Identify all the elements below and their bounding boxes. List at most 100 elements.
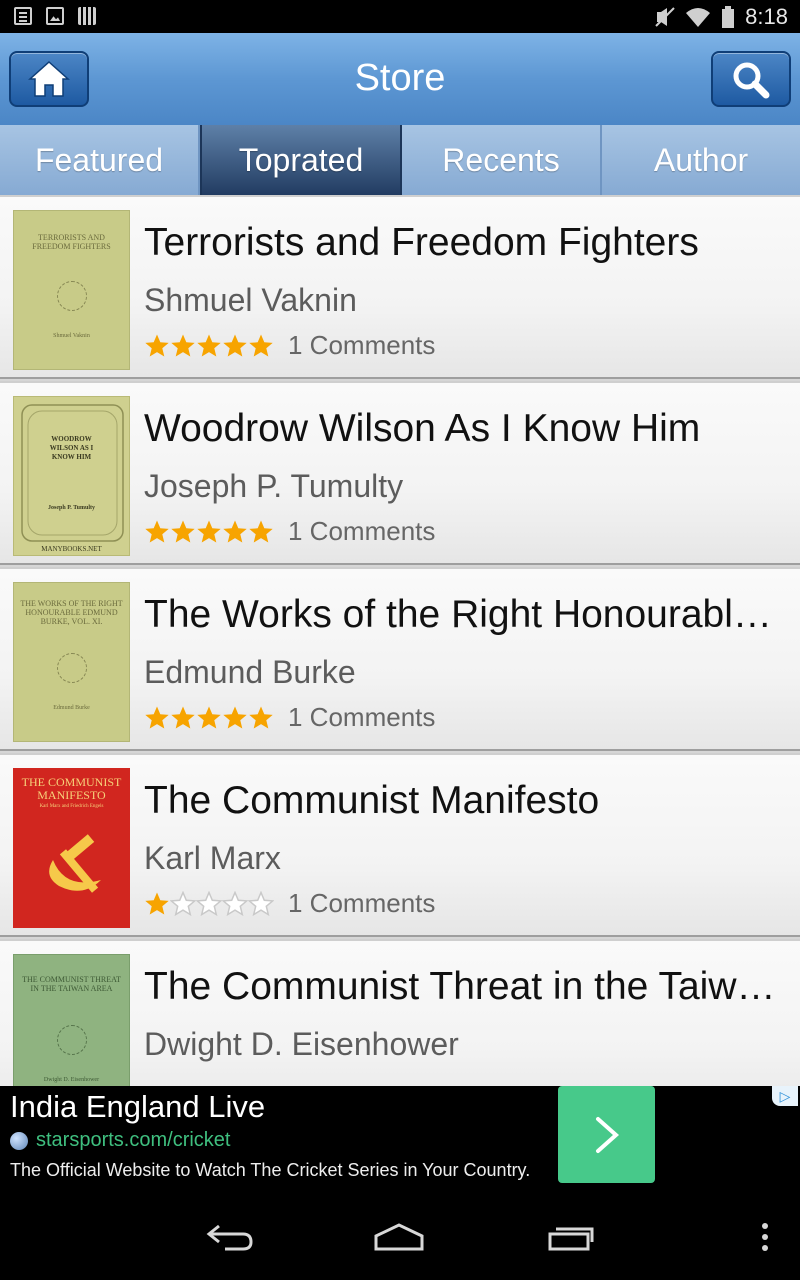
star-rating: [144, 705, 274, 731]
comments-count: 1 Comments: [288, 888, 436, 918]
book-author: Joseph P. Tumulty: [144, 468, 404, 504]
ad-open-button[interactable]: [558, 1086, 655, 1183]
image-icon: [46, 7, 64, 25]
book-row[interactable]: The Communist Threat in the Taiwan Area …: [0, 939, 800, 1086]
rating: 1 Comments: [144, 330, 435, 361]
cover-footer: MANYBOOKS.NET: [41, 545, 102, 553]
tab-recents[interactable]: Recents: [402, 125, 602, 195]
book-row[interactable]: Woodrow Wilson as I Know Him Joseph P. T…: [0, 381, 800, 565]
book-row[interactable]: Terrorists and Freedom Fighters Shmuel V…: [0, 195, 800, 379]
book-row[interactable]: The Works of the Right Honourable Edmund…: [0, 567, 800, 751]
star-empty-icon: [222, 890, 248, 916]
star-filled-icon: [223, 334, 247, 356]
book-cover: The Communist Manifesto Karl Marx and Fr…: [13, 768, 130, 928]
book-list[interactable]: Terrorists and Freedom Fighters Shmuel V…: [0, 195, 800, 1086]
star-filled-icon: [171, 520, 195, 542]
star-filled-icon: [197, 706, 221, 728]
app-header: Store: [0, 33, 800, 125]
ad-url[interactable]: starsports.com/cricket: [10, 1129, 230, 1152]
book-title[interactable]: The Communist Threat in the Taiwan Area: [144, 965, 789, 1009]
back-button[interactable]: [204, 1220, 256, 1254]
home-outline-icon: [374, 1223, 424, 1251]
star-rating: [144, 333, 274, 359]
star-filled-icon: [249, 706, 273, 728]
home-nav-button[interactable]: [373, 1220, 425, 1254]
book-author: Karl Marx: [144, 840, 281, 876]
cover-ornament: [57, 281, 87, 311]
overflow-menu-icon: [762, 1223, 768, 1251]
hammer-sickle-icon: [49, 834, 101, 893]
ad-description: The Official Website to Watch The Cricke…: [10, 1160, 531, 1180]
book-title[interactable]: Terrorists and Freedom Fighters: [144, 221, 789, 265]
book-author: Shmuel Vaknin: [144, 282, 357, 318]
status-left-icons: [14, 7, 96, 25]
rating: 1 Comments: [144, 702, 435, 733]
battery-icon: [722, 6, 735, 28]
comments-count: 1 Comments: [288, 702, 436, 732]
recents-button[interactable]: [545, 1220, 597, 1254]
barcode-icon: [78, 7, 96, 25]
star-rating: [144, 890, 274, 917]
tab-toprated[interactable]: Toprated: [200, 125, 402, 195]
star-empty-icon: [196, 890, 222, 916]
overflow-menu-button[interactable]: [740, 1220, 790, 1254]
tab-author[interactable]: Author: [602, 125, 800, 195]
cover-author: Dwight D. Eisenhower: [43, 1077, 100, 1083]
star-filled-icon: [197, 520, 221, 542]
star-filled-icon: [171, 334, 195, 356]
cover-author: Joseph P. Tumulty: [48, 505, 95, 511]
star-filled-icon: [249, 334, 273, 356]
book-cover: The Works of the Right Honourable Edmund…: [13, 582, 130, 742]
system-nav-bar: [0, 1194, 800, 1280]
cover-title: Terrorists and Freedom Fighters: [32, 233, 111, 251]
book-row[interactable]: The Communist Manifesto Karl Marx and Fr…: [0, 753, 800, 937]
ad-choices-icon[interactable]: ▷: [772, 1086, 798, 1106]
cover-author: Edmund Burke: [53, 705, 90, 711]
comments-count: 1 Comments: [288, 330, 436, 360]
ad-url-text[interactable]: starsports.com/cricket: [36, 1129, 230, 1152]
star-filled-icon: [145, 520, 169, 542]
star-filled-icon: [171, 706, 195, 728]
star-filled-icon: [249, 520, 273, 542]
chevron-right-icon: [595, 1116, 619, 1153]
star-empty-icon: [170, 890, 196, 916]
back-icon: [206, 1224, 253, 1251]
status-right-icons: 8:18: [655, 4, 788, 30]
book-cover: The Communist Threat in the Taiwan Area …: [13, 954, 130, 1086]
ad-banner[interactable]: India England Live starsports.com/cricke…: [0, 1086, 800, 1194]
status-time: 8:18: [745, 4, 788, 29]
status-bar: 8:18: [0, 0, 800, 33]
cover-ornament: [57, 653, 87, 683]
globe-icon: [10, 1131, 28, 1150]
cover-title: The Communist Threat in the Taiwan Area: [22, 975, 121, 993]
book-cover: Woodrow Wilson as I Know Him Joseph P. T…: [13, 396, 130, 556]
star-filled-icon: [223, 706, 247, 728]
book-author: Edmund Burke: [144, 654, 356, 690]
cover-title: The Works of the Right Honourable Edmund…: [20, 599, 123, 626]
search-button[interactable]: [711, 51, 791, 107]
cover-title: Woodrow Wilson as I Know Him: [49, 435, 94, 461]
star-filled-icon: [145, 892, 169, 914]
rating: 1 Comments: [144, 888, 435, 919]
search-icon: [733, 62, 770, 99]
star-filled-icon: [197, 334, 221, 356]
cover-author: Shmuel Vaknin: [53, 333, 90, 339]
cover-ornament: [57, 1025, 87, 1055]
star-filled-icon: [145, 706, 169, 728]
comments-count: 1 Comments: [288, 516, 436, 546]
star-filled-icon: [145, 334, 169, 356]
book-author: Dwight D. Eisenhower: [144, 1026, 459, 1062]
cover-ornament: [21, 404, 124, 542]
tab-featured[interactable]: Featured: [0, 125, 200, 195]
book-title[interactable]: Woodrow Wilson As I Know Him: [144, 407, 789, 451]
notes-icon: [14, 7, 32, 25]
rating: 1 Comments: [144, 516, 435, 547]
book-title[interactable]: The Works of the Right Honourable Edmund…: [144, 593, 789, 637]
book-cover: Terrorists and Freedom Fighters Shmuel V…: [13, 210, 130, 370]
book-title[interactable]: The Communist Manifesto: [144, 779, 789, 823]
tab-bar: Featured Toprated Recents Author: [0, 125, 800, 195]
recent-apps-icon: [548, 1227, 594, 1251]
star-rating: [144, 519, 274, 545]
ad-title[interactable]: India England Live: [10, 1089, 265, 1125]
wifi-icon: [686, 8, 711, 27]
